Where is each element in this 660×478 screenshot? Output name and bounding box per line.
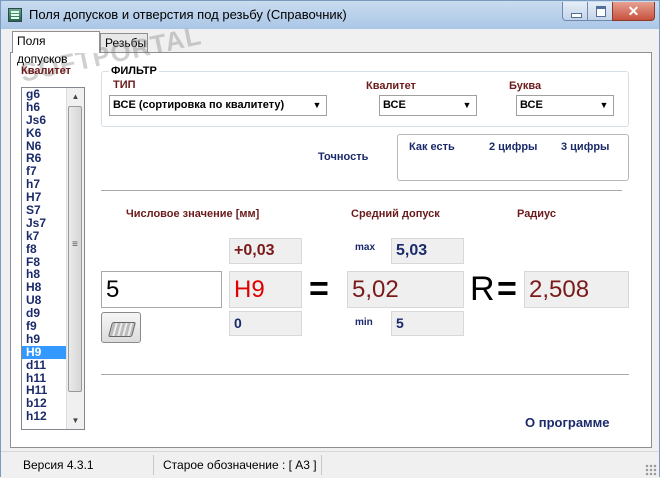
keyboard-button[interactable] xyxy=(101,312,141,343)
kvalitet-combo[interactable]: ВСЕ ▼ xyxy=(379,95,477,116)
min-value: 5 xyxy=(391,311,464,336)
list-item[interactable]: f9 xyxy=(22,320,68,333)
kvalitet-filter-label: Квалитет xyxy=(366,80,416,92)
maximize-button[interactable] xyxy=(587,2,613,21)
tab-tolerance-fields[interactable]: Поля допусков xyxy=(12,31,100,66)
max-value: 5,03 xyxy=(391,238,464,264)
scroll-up-icon[interactable]: ▲ xyxy=(67,88,84,105)
separator-top xyxy=(101,190,622,192)
tolerance-field-value: H9 xyxy=(229,271,302,308)
radius-equals-sign: = xyxy=(497,270,517,308)
tab-threads[interactable]: Резьбы xyxy=(100,33,148,53)
close-button[interactable]: ✕ xyxy=(612,2,655,21)
list-item[interactable]: d11 xyxy=(22,358,68,372)
type-combo[interactable]: ВСЕ (сортировка по квалитету) ▼ xyxy=(109,95,327,116)
status-divider xyxy=(153,455,154,475)
numeric-value-input[interactable] xyxy=(101,271,222,308)
kvalitet-combo-value: ВСЕ xyxy=(383,99,406,111)
type-combo-value: ВСЕ (сортировка по квалитету) xyxy=(113,99,285,111)
precision-option-as-is[interactable]: Как есть xyxy=(409,141,455,153)
title-bar[interactable]: Поля допусков и отверстия под резьбу (Сп… xyxy=(1,1,659,29)
about-link[interactable]: О программе xyxy=(525,415,610,430)
upper-deviation: +0,03 xyxy=(229,238,302,264)
lower-deviation: 0 xyxy=(229,311,302,336)
chevron-down-icon: ▼ xyxy=(599,100,609,110)
list-item[interactable]: Js7 xyxy=(22,216,68,230)
app-window: Поля допусков и отверстия под резьбу (Сп… xyxy=(0,0,660,478)
precision-label: Точность xyxy=(318,151,369,163)
keyboard-icon xyxy=(107,322,137,337)
minimize-button[interactable] xyxy=(562,2,588,21)
resize-grip-icon[interactable] xyxy=(645,464,657,476)
list-item[interactable]: h9 xyxy=(22,332,68,346)
list-item[interactable]: Js6 xyxy=(22,113,68,127)
list-item[interactable]: h6 xyxy=(22,100,68,114)
radius-r-symbol: R xyxy=(470,270,495,308)
status-old-designation: Старое обозначение : [ А3 ] xyxy=(163,458,317,472)
filter-title: ФИЛЬТР xyxy=(109,65,159,77)
mid-tolerance-label: Средний допуск xyxy=(351,208,440,220)
close-icon: ✕ xyxy=(627,3,640,19)
mid-tolerance-value: 5,02 xyxy=(347,271,464,308)
numeric-value-label: Числовое значение [мм] xyxy=(126,208,260,220)
scroll-thumb[interactable] xyxy=(68,106,82,392)
kvalitet-listbox[interactable]: g6 h6 Js6 K6 N6 R6 f7 h7 H7 S7 Js7 k7 f8 F8 h8 H8 U8 d9 f9… xyxy=(21,87,85,430)
list-item[interactable]: H9 xyxy=(22,345,68,359)
app-icon xyxy=(8,8,22,22)
kvalitet-list-items: g6 h6 Js6 K6 N6 R6 f7 h7 H7 S7 Js7 k7 f8 F8 h8 H8 U8 d9 f9… xyxy=(22,88,68,423)
chevron-down-icon: ▼ xyxy=(312,100,322,110)
radius-value: 2,508 xyxy=(524,271,629,308)
letter-combo[interactable]: ВСЕ ▼ xyxy=(516,95,614,116)
list-item[interactable]: f8 xyxy=(22,242,68,256)
list-item[interactable]: g6 xyxy=(22,88,68,101)
letter-combo-value: ВСЕ xyxy=(520,99,543,111)
status-version: Версия 4.3.1 xyxy=(23,458,94,472)
separator-bottom xyxy=(101,374,629,376)
status-bar: Версия 4.3.1 Старое обозначение : [ А3 ] xyxy=(1,451,659,478)
window-title: Поля допусков и отверстия под резьбу (Сп… xyxy=(29,7,347,22)
status-divider xyxy=(321,455,322,475)
list-item[interactable]: h12 xyxy=(22,410,68,423)
list-item[interactable]: K6 xyxy=(22,126,68,140)
equals-sign: = xyxy=(309,270,329,308)
chevron-down-icon: ▼ xyxy=(462,100,472,110)
precision-option-3-digits[interactable]: 3 цифры xyxy=(561,141,609,153)
list-item[interactable]: S7 xyxy=(22,204,68,217)
list-item[interactable]: k7 xyxy=(22,229,68,243)
radius-label: Радиус xyxy=(517,208,557,220)
scroll-down-icon[interactable]: ▼ xyxy=(67,412,84,429)
list-scrollbar[interactable]: ▲ ▼ xyxy=(66,88,84,429)
min-label: min xyxy=(355,317,373,328)
max-label: max xyxy=(355,242,376,253)
letter-label: Буква xyxy=(509,80,542,92)
precision-option-2-digits[interactable]: 2 цифры xyxy=(489,141,537,153)
type-label: ТИП xyxy=(113,79,136,91)
